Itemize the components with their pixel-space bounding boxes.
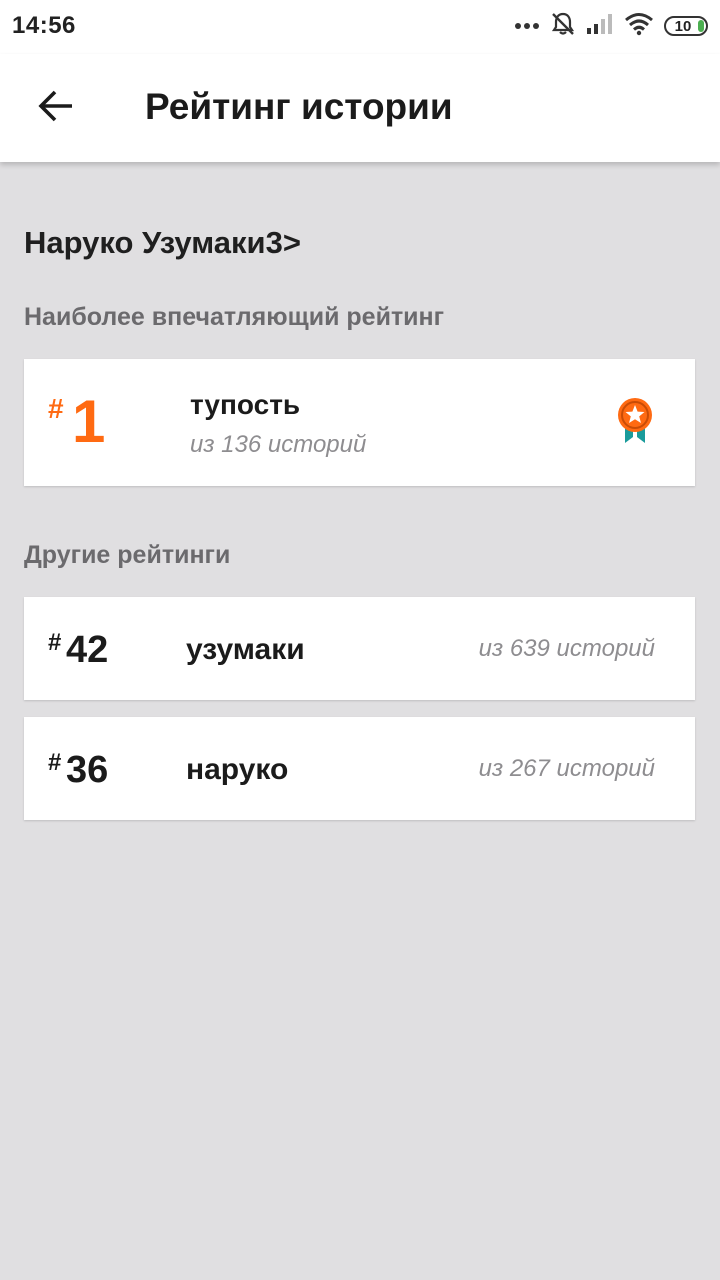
top-ranking-section-title: Наиболее впечатляющий рейтинг (24, 303, 445, 331)
notifications-off-icon (550, 11, 576, 42)
wifi-icon (624, 12, 654, 41)
rank-number: 42 (66, 629, 109, 671)
character-name-link[interactable]: Наруко Узумаки3> (24, 225, 301, 261)
ranking-row[interactable]: # 36 наруко из 267 историй (24, 717, 695, 820)
ranking-count: из 267 историй (478, 755, 655, 782)
app-bar: Рейтинг истории (0, 54, 720, 162)
ranking-count: из 136 историй (190, 431, 367, 458)
battery-percent: 10 (674, 17, 692, 35)
status-icons: 10 (514, 10, 708, 42)
ranking-count: из 639 историй (478, 635, 655, 662)
more-dots-icon (514, 17, 540, 35)
status-time: 14:56 (12, 12, 76, 39)
rank-hash: # (48, 629, 62, 656)
ranking-tag: наруко (186, 753, 289, 786)
status-bar: 14:56 10 (0, 0, 720, 54)
page-title: Рейтинг истории (145, 86, 453, 127)
ranking-tag: узумаки (186, 633, 305, 666)
arrow-left-icon (38, 90, 74, 127)
rank-hash: # (48, 393, 64, 424)
other-rankings-section-title: Другие рейтинги (24, 541, 231, 569)
signal-icon (586, 13, 614, 40)
ranking-tag: тупость (190, 389, 301, 420)
back-button[interactable] (22, 74, 90, 142)
rank-number: 1 (72, 388, 106, 455)
top-ranking-card[interactable]: # 1 тупость из 136 историй (24, 359, 695, 486)
rank-hash: # (48, 749, 62, 776)
award-ribbon-icon (615, 397, 655, 447)
battery-icon: 10 (664, 16, 708, 36)
rank-number: 36 (66, 749, 109, 791)
ranking-row[interactable]: # 42 узумаки из 639 историй (24, 597, 695, 700)
battery-level (698, 20, 704, 32)
